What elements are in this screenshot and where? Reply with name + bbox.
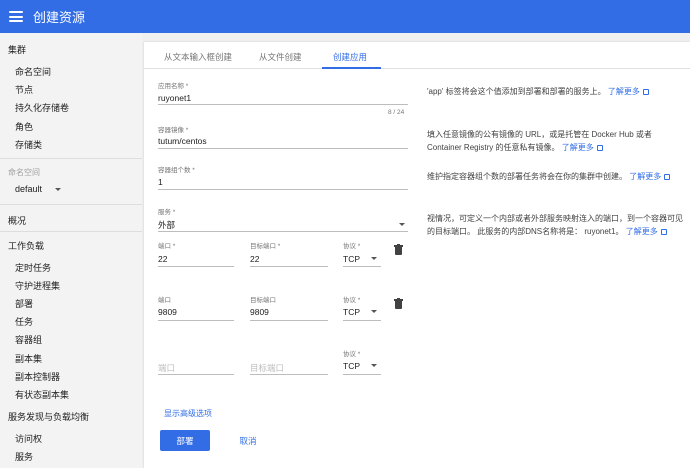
sidebar-divider [0,204,142,205]
chevron-down-icon [371,257,377,260]
external-link-icon [596,144,603,151]
target-port-placeholder: 目标端口 [250,363,285,373]
sidebar-item-storage-classes[interactable]: 存储类 [15,138,42,151]
help-text: 维护指定容器组个数的部署任务将会在你的集群中创建。 [427,172,627,181]
port-value: 9809 [158,307,177,317]
image-underline [158,148,408,149]
sidebar-item-services[interactable]: 服务 [15,450,33,463]
pods-field[interactable] [158,172,408,188]
service-value: 外部 [158,220,176,230]
service-select[interactable] [158,214,408,230]
learn-more-link[interactable]: 了解更多 [626,227,667,236]
sidebar-section-cluster[interactable]: 集群 [8,43,26,56]
tab-create-from-file[interactable]: 从文件创建 [259,51,302,63]
sidebar-item-deployments[interactable]: 部署 [15,297,33,310]
app-name-underline [158,104,408,105]
cancel-button[interactable]: 取消 [230,430,266,451]
port-underline [158,374,234,375]
port-placeholder: 端口 [158,363,176,373]
external-link-icon [660,228,667,235]
chevron-down-icon [371,364,377,367]
help-text: 填入任意镜像的公有镜像的 URL，或是托管在 Docker Hub 或者 Con… [427,130,652,152]
sidebar-section-workloads[interactable]: 工作负载 [8,239,44,252]
sidebar-item-replica-sets[interactable]: 副本集 [15,352,42,365]
target-port-underline [250,320,328,321]
learn-more-link[interactable]: 了解更多 [562,143,603,152]
chevron-down-icon [399,223,405,226]
sidebar-item-namespaces[interactable]: 命名空间 [15,65,51,78]
service-underline [158,231,408,232]
sidebar-item-jobs[interactable]: 任务 [15,315,33,328]
learn-more-link[interactable]: 了解更多 [629,172,671,181]
protocol-underline [343,374,381,375]
hamburger-menu-icon[interactable] [9,11,23,22]
app-name-help: 'app' 标签将会这个值添加到部署和部署的服务上。 了解更多 [427,86,677,99]
sidebar-item-persistent-volumes[interactable]: 持久化存储卷 [15,101,69,114]
port-underline [158,266,234,267]
sidebar-item-nodes[interactable]: 节点 [15,83,33,96]
tab-create-app[interactable]: 创建应用 [333,51,367,63]
top-app-bar: 创建资源 [0,0,690,33]
sidebar-item-ingresses[interactable]: 访问权 [15,432,42,445]
sidebar-section-discovery[interactable]: 服务发现与负载均衡 [8,410,89,423]
target-port-value: 22 [250,254,260,264]
external-link-icon [664,174,671,180]
create-resource-card: 从文本输入框创建 从文件创建 创建应用 应用名称 * ruyonet1 8 / … [144,42,690,468]
port-input[interactable] [158,248,234,264]
delete-icon[interactable] [394,244,403,256]
protocol-value: TCP [343,254,360,264]
sidebar-divider [0,231,142,232]
external-link-icon [642,89,649,95]
delete-icon[interactable] [394,298,403,310]
target-port-input[interactable] [250,248,328,264]
sidebar-item-pods[interactable]: 容器组 [15,333,42,346]
tab-bar: 从文本输入框创建 从文件创建 创建应用 [144,42,690,69]
target-port-value: 9809 [250,307,269,317]
target-port-underline [250,266,328,267]
sidebar-item-replication-controllers[interactable]: 副本控制器 [15,370,60,383]
tab-create-from-text[interactable]: 从文本输入框创建 [164,51,232,63]
pods-help: 维护指定容器组个数的部署任务将会在你的集群中创建。 了解更多 [427,171,682,184]
port-value: 22 [158,254,168,264]
protocol-value: TCP [343,361,360,371]
active-tab-indicator [322,67,381,69]
namespace-label: 命名空间 [8,168,40,177]
sidebar: 集群 命名空间 节点 持久化存储卷 角色 存储类 命名空间 default 概况… [0,33,142,468]
image-help: 填入任意镜像的公有镜像的 URL，或是托管在 Docker Hub 或者 Con… [427,129,677,154]
deploy-button[interactable]: 部署 [160,430,210,451]
page-title: 创建资源 [33,10,86,25]
sidebar-item-cron-jobs[interactable]: 定时任务 [15,261,51,274]
app-name-counter: 8 / 24 [388,109,405,116]
image-value: tutum/centos [158,136,207,146]
sidebar-item-roles[interactable]: 角色 [15,120,33,133]
sidebar-item-daemon-sets[interactable]: 守护进程集 [15,279,60,292]
sidebar-divider [0,158,142,159]
protocol-underline [343,320,381,321]
app-name-field[interactable] [158,88,408,104]
learn-more-link[interactable]: 了解更多 [608,87,649,96]
target-port-underline [250,374,328,375]
chevron-down-icon [371,310,377,313]
app-name-value: ruyonet1 [158,93,192,103]
namespace-value: default [15,184,43,194]
service-help: 视情况，可定义一个内部或者外部服务映射连入的端口，到一个容器可见的目标端口。 此… [427,213,685,238]
pods-underline [158,189,408,190]
sidebar-item-overview[interactable]: 概况 [8,214,26,227]
port-underline [158,320,234,321]
namespace-select[interactable]: default [15,184,70,198]
protocol-underline [343,266,381,267]
protocol-value: TCP [343,307,360,317]
pods-value: 1 [158,177,163,187]
sidebar-item-stateful-sets[interactable]: 有状态副本集 [15,388,69,401]
chevron-down-icon [55,188,61,191]
show-advanced-options-link[interactable]: 显示高级选项 [164,408,212,419]
help-text: 'app' 标签将会这个值添加到部署和部署的服务上。 [427,87,606,96]
